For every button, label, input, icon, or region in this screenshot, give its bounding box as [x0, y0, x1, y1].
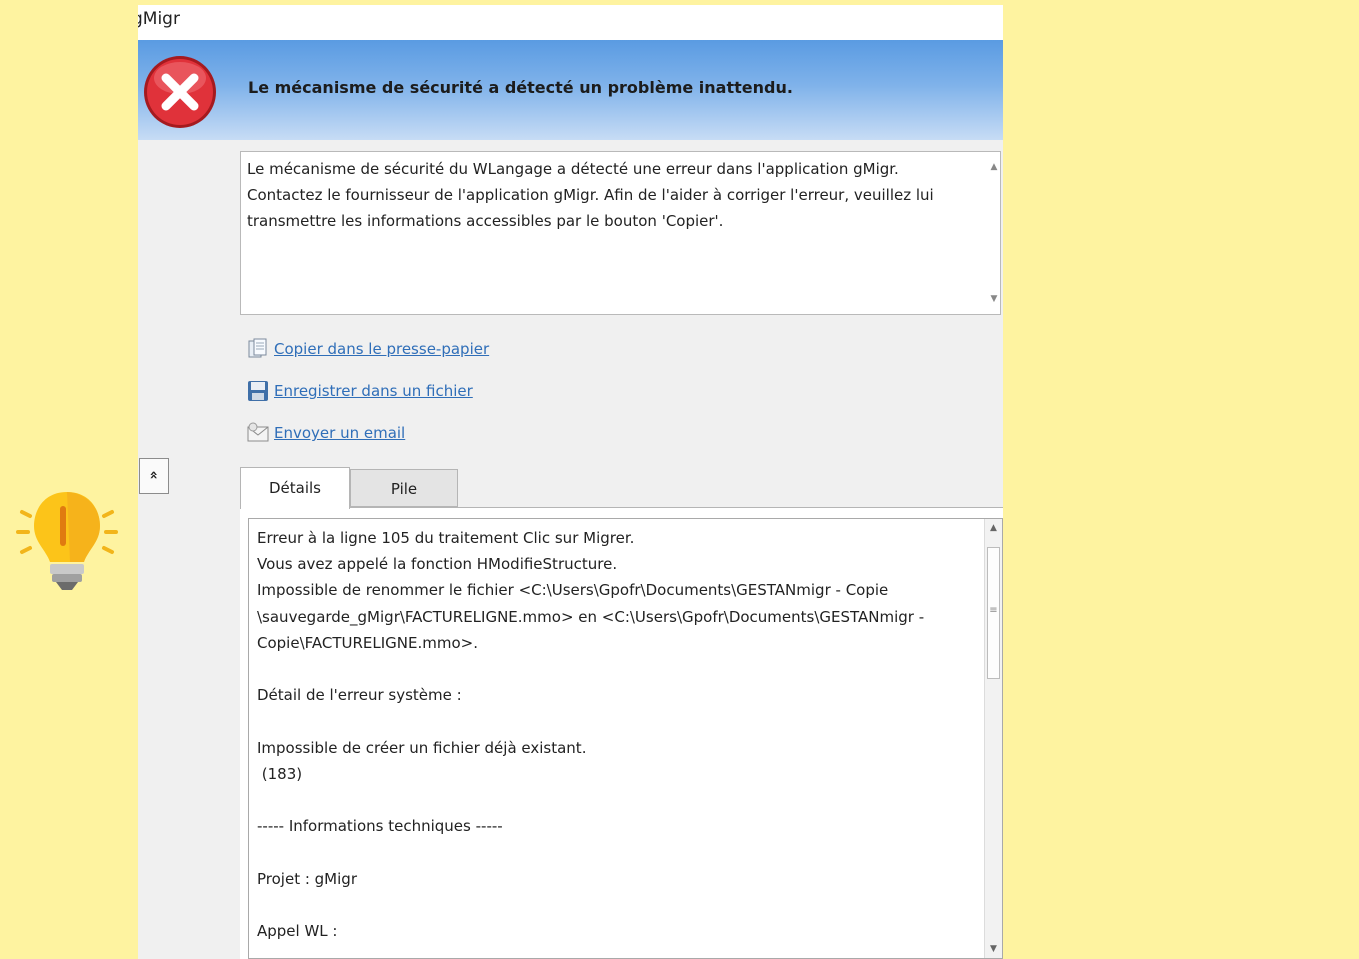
save-link-label[interactable]: Enregistrer dans un fichier: [274, 382, 473, 400]
details-text: Erreur à la ligne 105 du traitement Clic…: [257, 529, 925, 941]
save-link[interactable]: Enregistrer dans un fichier: [246, 378, 473, 404]
window-title: gMigr: [138, 9, 180, 29]
message-text: Le mécanisme de sécurité du WLangage a d…: [247, 160, 934, 230]
collapse-button[interactable]: «: [139, 458, 169, 494]
error-dialog: gMigr Le mécanisme de sécurité a détecté…: [138, 5, 1003, 959]
email-link[interactable]: Envoyer un email: [246, 420, 405, 446]
email-link-label[interactable]: Envoyer un email: [274, 424, 405, 442]
clipboard-icon: [248, 338, 267, 358]
message-scroll-down-icon[interactable]: ▼: [988, 290, 1000, 308]
details-box: Erreur à la ligne 105 du traitement Clic…: [248, 518, 1003, 959]
tab-stack[interactable]: Pile: [350, 469, 458, 507]
details-scrollbar[interactable]: ▲ ≡ ▼: [984, 519, 1002, 958]
scroll-down-icon[interactable]: ▼: [985, 940, 1002, 958]
copy-link[interactable]: Copier dans le presse-papier: [246, 336, 489, 362]
message-box: Le mécanisme de sécurité du WLangage a d…: [240, 151, 1001, 315]
scroll-up-icon[interactable]: ▲: [985, 519, 1002, 537]
double-chevron-up-icon: «: [145, 470, 162, 480]
message-scroll-up-icon[interactable]: ▲: [988, 158, 1000, 176]
lightbulb-icon: [16, 492, 118, 590]
title-bar: gMigr: [138, 5, 1003, 40]
email-icon: [247, 422, 269, 442]
error-icon: [144, 56, 216, 128]
banner-title: Le mécanisme de sécurité a détecté un pr…: [248, 78, 793, 97]
copy-link-label[interactable]: Copier dans le presse-papier: [274, 340, 489, 358]
tab-details[interactable]: Détails: [240, 467, 350, 509]
floppy-disk-icon: [248, 381, 268, 401]
scroll-thumb[interactable]: ≡: [987, 547, 1000, 679]
error-banner: Le mécanisme de sécurité a détecté un pr…: [138, 40, 1003, 140]
